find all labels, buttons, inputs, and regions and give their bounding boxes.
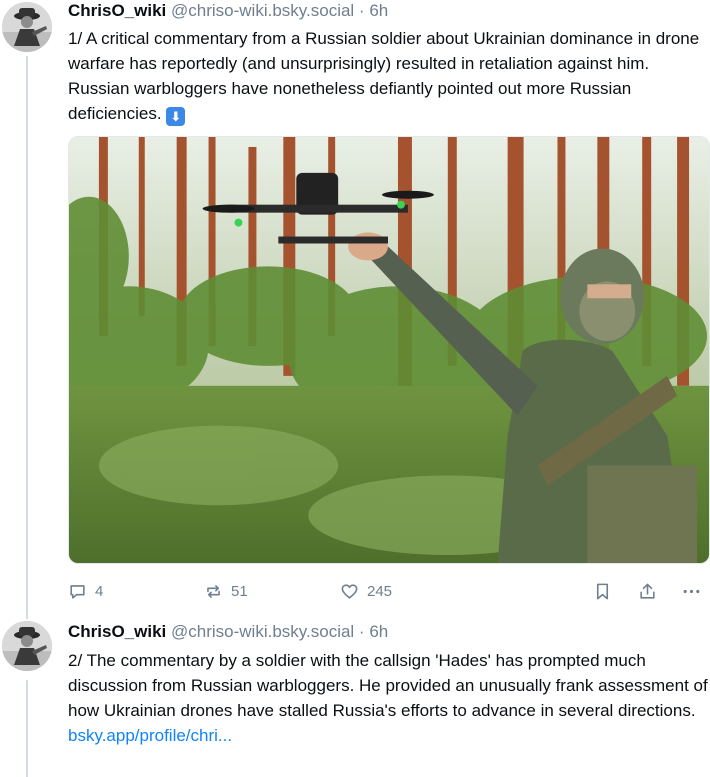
post-timestamp[interactable]: 6h bbox=[369, 622, 388, 641]
author-avatar[interactable] bbox=[2, 621, 52, 671]
post-text: 1/ A critical commentary from a Russian … bbox=[68, 29, 700, 123]
repost-icon bbox=[207, 584, 220, 598]
post-action-bar: 4 51 245 bbox=[68, 578, 708, 604]
share-icon bbox=[640, 583, 655, 599]
post-header: ChrisO_wiki @chriso-wiki.bsky.social · 6… bbox=[68, 621, 388, 643]
thread-connector-line bbox=[26, 680, 28, 777]
author-handle[interactable]: @chriso-wiki.bsky.social bbox=[171, 1, 354, 20]
author-display-name[interactable]: ChrisO_wiki bbox=[68, 1, 166, 20]
post-header: ChrisO_wiki @chriso-wiki.bsky.social · 6… bbox=[68, 0, 388, 22]
like-button[interactable]: 245 bbox=[340, 578, 392, 604]
author-handle[interactable]: @chriso-wiki.bsky.social bbox=[171, 622, 354, 641]
reply-button[interactable]: 4 bbox=[68, 578, 103, 604]
repost-count: 51 bbox=[231, 582, 248, 600]
share-button[interactable] bbox=[638, 578, 657, 604]
reply-icon bbox=[70, 584, 85, 599]
thread-connector-line bbox=[26, 56, 28, 619]
post-timestamp[interactable]: 6h bbox=[369, 1, 388, 20]
bookmark-button[interactable] bbox=[593, 578, 612, 604]
avatar-image bbox=[2, 621, 52, 671]
author-display-name[interactable]: ChrisO_wiki bbox=[68, 622, 166, 641]
post-image[interactable] bbox=[68, 136, 710, 564]
like-count: 245 bbox=[367, 582, 393, 600]
more-icon bbox=[683, 589, 700, 593]
post-body: 1/ A critical commentary from a Russian … bbox=[68, 26, 708, 126]
soldier-with-drone-photo bbox=[69, 137, 709, 563]
post-body: 2/ The commentary by a soldier with the … bbox=[68, 648, 708, 748]
time-separator: · bbox=[354, 622, 370, 641]
more-options-button[interactable] bbox=[682, 578, 701, 604]
time-separator: · bbox=[354, 1, 370, 20]
post-link[interactable]: bsky.app/profile/chri... bbox=[68, 726, 232, 745]
down-arrow-emoji-icon: ⬇ bbox=[166, 107, 186, 126]
author-avatar[interactable] bbox=[2, 2, 52, 52]
post-text: 2/ The commentary by a soldier with the … bbox=[68, 651, 708, 720]
heart-icon bbox=[341, 583, 358, 599]
avatar-image bbox=[2, 2, 52, 52]
repost-button[interactable]: 51 bbox=[204, 578, 248, 604]
reply-count: 4 bbox=[95, 582, 104, 600]
bookmark-icon bbox=[596, 583, 609, 599]
